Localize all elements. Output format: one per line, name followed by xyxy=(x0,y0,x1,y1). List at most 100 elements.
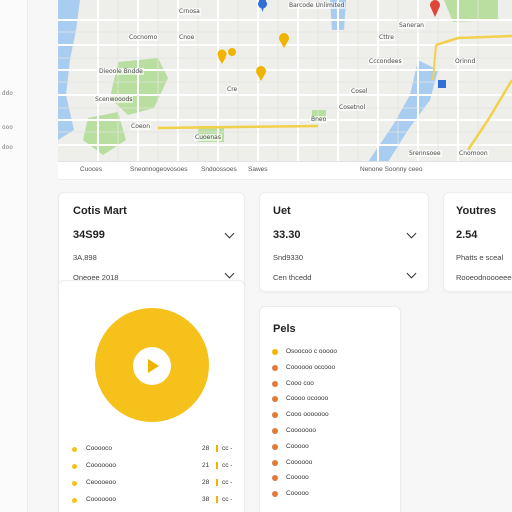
left-rail-item[interactable]: doo xyxy=(2,144,13,151)
list-item[interactable]: Cooooooo 38 cc - xyxy=(72,496,242,506)
bullet-icon xyxy=(272,412,278,419)
list-item-bar xyxy=(216,445,218,452)
map-canvas xyxy=(58,0,512,161)
card-sub: Rooeodnoooeeeoe xyxy=(456,273,512,282)
list-item-number: 28 xyxy=(202,479,210,486)
bullet-icon xyxy=(72,481,77,486)
list-item-bar xyxy=(216,496,218,503)
map-label: Scenwooods xyxy=(94,96,134,103)
list-item[interactable]: Coooooo xyxy=(272,459,392,469)
bullet-icon xyxy=(272,396,278,403)
list-item-number: 21 xyxy=(202,462,210,469)
bullet-icon xyxy=(272,475,278,482)
list-item[interactable]: Cooo coo xyxy=(272,380,392,390)
list-item-label: Coooo ocoooo xyxy=(286,395,329,403)
chevron-down-icon[interactable] xyxy=(406,268,417,279)
card-title: Youtres xyxy=(456,205,497,217)
list-item-bar xyxy=(216,462,218,469)
list-item-value: cc - xyxy=(222,445,233,452)
play-icon[interactable] xyxy=(148,359,159,373)
metric-card-secondary[interactable]: Uet 33.30 Snd9330 Cen thcedd xyxy=(259,192,429,292)
bullet-icon xyxy=(72,447,77,452)
list-item-label: Osoocoo c ooooo xyxy=(286,348,337,355)
list-item-label: Cooooooo xyxy=(86,496,116,503)
legend-item[interactable]: Cuoces xyxy=(80,166,102,173)
list-item-label: Cooooo xyxy=(286,442,309,450)
legend-item[interactable]: Sndoossoes xyxy=(201,166,237,173)
list-item[interactable]: Cooo ooooooo xyxy=(272,411,392,421)
card-sub: 3A,898 xyxy=(73,253,97,262)
map-label: Cosel xyxy=(350,88,369,95)
metric-card-primary[interactable]: Cotis Mart 34S99 3A,898 Oneoee 2018 xyxy=(58,192,245,292)
list-item[interactable]: Cooooco 28 cc - xyxy=(72,445,242,455)
card-title: Uet xyxy=(273,205,291,217)
legend-item[interactable]: Sawes xyxy=(248,166,268,173)
list-item-bar xyxy=(216,479,218,486)
map-label: Coeon xyxy=(130,123,152,130)
list-item[interactable]: Coooo ocoooo xyxy=(272,395,392,405)
legend-item[interactable]: Nenone Soonny ceeo xyxy=(360,166,423,173)
list-item[interactable]: Osoocoo c ooooo xyxy=(272,348,392,358)
map-legend: Cuoces Sneonnogeovosoes Sndoossoes Sawes… xyxy=(58,162,512,180)
bullet-icon xyxy=(272,349,278,355)
bullet-icon xyxy=(272,364,278,371)
map-label: Dieoole Bndde xyxy=(98,68,144,75)
list-item[interactable]: Cooooo xyxy=(272,490,392,500)
bullet-icon xyxy=(72,498,77,503)
bullet-icon xyxy=(72,464,77,469)
map-label: Bneo xyxy=(310,116,328,123)
map-label: Crnosa xyxy=(178,8,201,15)
chevron-down-icon[interactable] xyxy=(406,228,417,239)
card-value: 33.30 xyxy=(273,229,301,241)
list-item-label: Cooooooo xyxy=(286,427,316,434)
list-item-label: Ceoooeoo xyxy=(86,479,116,486)
list-item-number: 38 xyxy=(202,496,210,503)
list-item[interactable]: Cooooo xyxy=(272,474,392,484)
list-item-number: 28 xyxy=(202,445,210,452)
card-sub: Snd9330 xyxy=(273,253,304,262)
card-title: Pels xyxy=(273,323,296,335)
bullet-icon xyxy=(272,428,278,434)
map-label: Cnomoon xyxy=(458,150,489,157)
legend-item[interactable]: Sneonnogeovosoes xyxy=(130,166,187,173)
list-item[interactable]: Cooooooo 21 cc - xyxy=(72,462,242,472)
list-item-label: Coooooo xyxy=(286,458,313,466)
left-rail: ddo ooo doo xyxy=(0,0,28,512)
list-item-label: Coooooo occooo xyxy=(286,363,336,371)
card-sub: Phatts e sceal xyxy=(456,253,504,262)
left-rail-item[interactable]: ddo xyxy=(2,90,13,97)
map-label: Cnoe xyxy=(178,34,196,41)
list-item-label: Cooooooo xyxy=(86,462,116,469)
map-label: Barcode Unlimited xyxy=(288,2,346,9)
map-label: Cocnomo xyxy=(128,34,159,41)
chevron-down-icon[interactable] xyxy=(224,268,235,279)
list-item[interactable]: Coooooo occooo xyxy=(272,364,392,374)
card-title: Cotis Mart xyxy=(73,205,127,217)
card-value: 2.54 xyxy=(456,229,478,241)
list-item[interactable]: Ceoooeoo 28 cc - xyxy=(72,479,242,489)
list-item-value: cc - xyxy=(222,479,233,486)
bullet-icon xyxy=(272,443,278,450)
map-label: Cosetnol xyxy=(338,104,367,111)
metric-card-tertiary[interactable]: Youtres 2.54 Phatts e sceal Rooeodnoooee… xyxy=(443,192,512,292)
list-item-value: cc - xyxy=(222,496,233,503)
list-item-label: Cooooo xyxy=(286,490,309,498)
map-label: Srennsoee xyxy=(408,150,442,157)
card-sub: Cen thcedd xyxy=(273,273,312,282)
list-item-label: Cooo ooooooo xyxy=(286,411,329,419)
list-item[interactable]: Cooooooo xyxy=(272,427,392,437)
map-view[interactable]: Barcode Unlimited Crnosa Cocnomo Dieoole… xyxy=(58,0,512,162)
left-rail-item[interactable]: ooo xyxy=(2,124,13,131)
bullet-icon xyxy=(272,459,278,466)
bullet-icon xyxy=(272,491,278,498)
chevron-down-icon[interactable] xyxy=(224,228,235,239)
list-item[interactable]: Cooooo xyxy=(272,443,392,453)
map-label: Saneran xyxy=(398,22,425,29)
list-item-label: Cooooco xyxy=(86,445,113,452)
map-label: Cccondees xyxy=(368,58,403,65)
bullet-icon xyxy=(272,380,278,387)
list-item-label: Cooooo xyxy=(286,474,309,482)
map-label: Orinnd xyxy=(454,58,477,65)
list-item-label: Cooo coo xyxy=(286,379,314,387)
card-value: 34S99 xyxy=(73,229,105,241)
